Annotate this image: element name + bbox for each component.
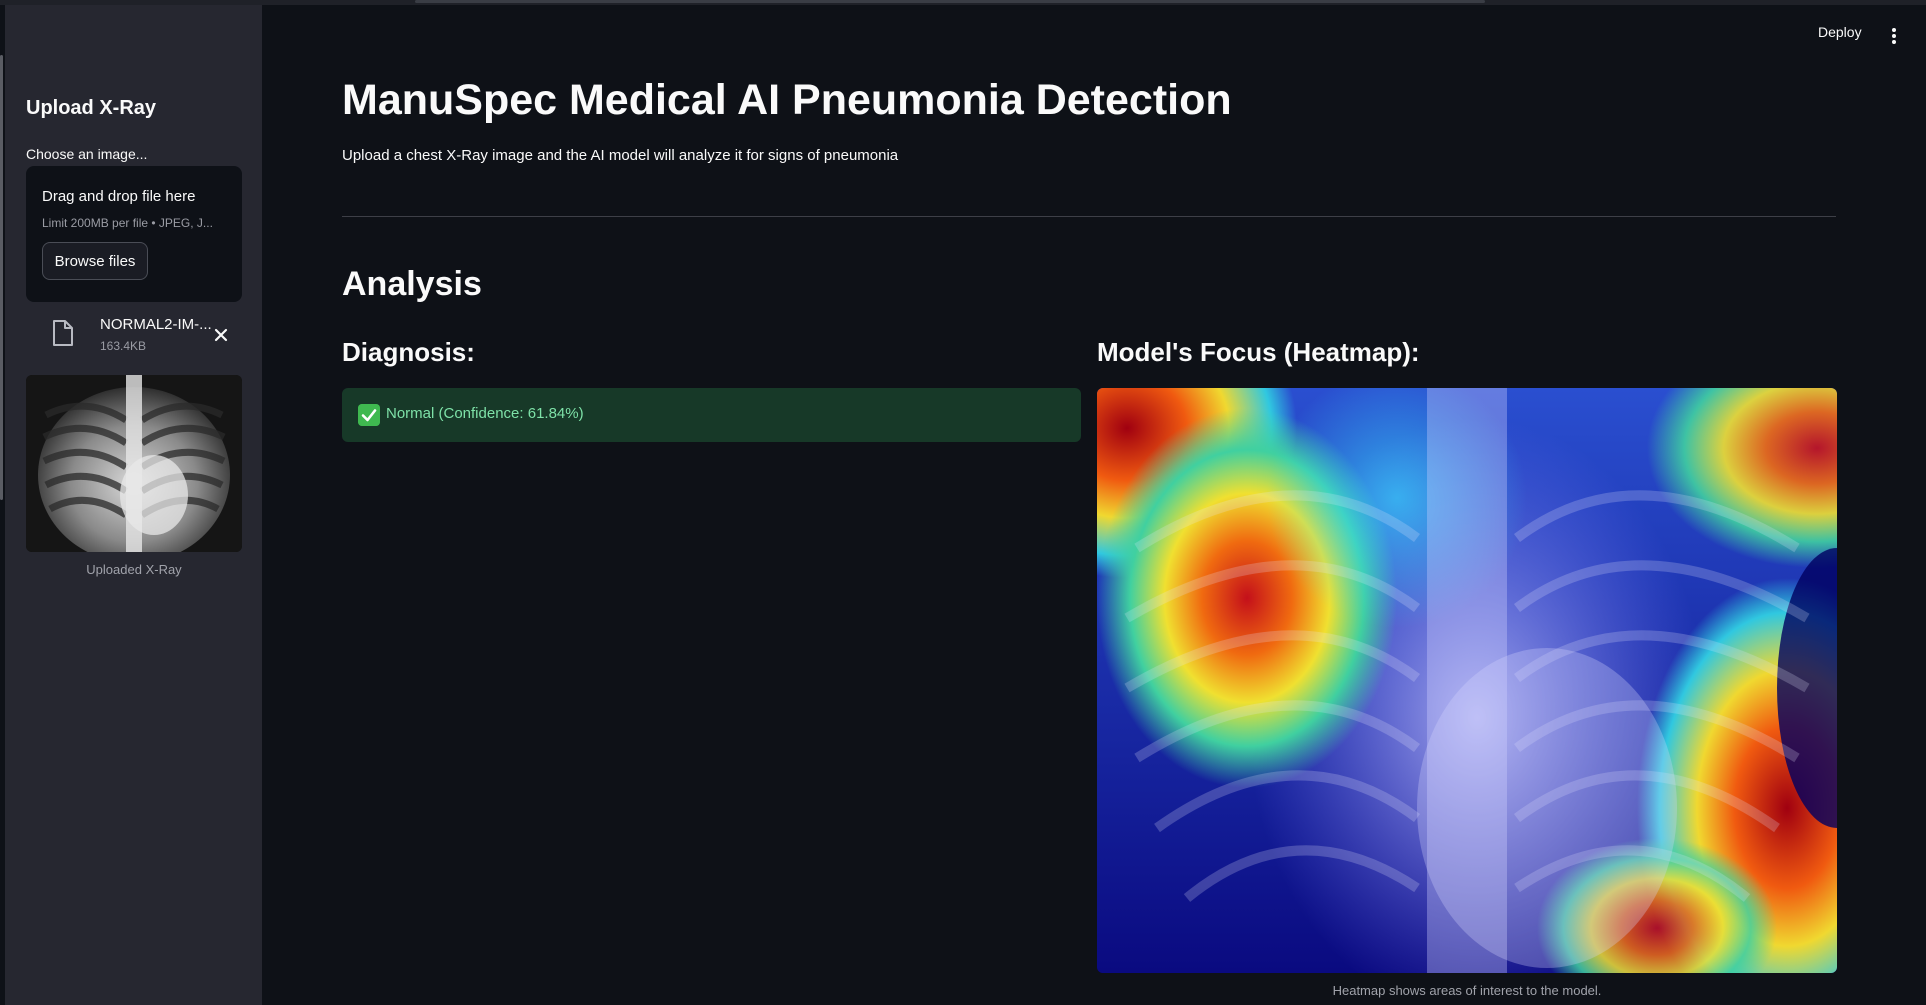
page-subtitle: Upload a chest X-Ray image and the AI mo… [342, 147, 899, 164]
analysis-heading: Analysis [342, 265, 482, 303]
heatmap-heading: Model's Focus (Heatmap): [1097, 337, 1420, 367]
divider [342, 216, 1836, 217]
file-size: 163.4KB [100, 339, 147, 353]
sidebar: Upload X-Ray Choose an image... Drag and… [5, 5, 262, 1005]
file-dropzone[interactable]: Drag and drop file here Limit 200MB per … [26, 166, 242, 302]
page-title: ManuSpec Medical AI Pneumonia Detection [342, 76, 1232, 124]
heatmap-caption: Heatmap shows areas of interest to the m… [1332, 983, 1602, 998]
file-icon [53, 320, 73, 346]
diagnosis-heading: Diagnosis: [342, 337, 475, 367]
uploaded-file-item: NORMAL2-IM-... 163.4KB [26, 310, 242, 360]
window-top-strip [0, 0, 1926, 5]
dropzone-limit: Limit 200MB per file • JPEG, J... [42, 216, 213, 230]
app-root: Upload X-Ray Choose an image... Drag and… [0, 0, 1926, 1005]
sidebar-scrollbar[interactable] [0, 55, 3, 500]
uploaded-xray-image [26, 375, 242, 552]
uploader-label: Choose an image... [26, 146, 148, 162]
file-name: NORMAL2-IM-... [100, 316, 212, 333]
horizontal-scrollbar[interactable] [415, 0, 1485, 3]
kebab-menu-icon[interactable] [1888, 26, 1900, 46]
diagnosis-result-text: Normal (Confidence: 61.84%) [386, 405, 584, 422]
uploaded-xray-caption: Uploaded X-Ray [86, 562, 182, 577]
sidebar-title: Upload X-Ray [26, 97, 157, 119]
check-icon [358, 404, 380, 426]
heatmap-image [1097, 388, 1837, 973]
dropzone-title: Drag and drop file here [42, 188, 196, 205]
browse-files-button[interactable]: Browse files [42, 242, 148, 280]
diagnosis-result-alert: Normal (Confidence: 61.84%) [342, 388, 1081, 442]
close-icon[interactable] [209, 323, 233, 347]
deploy-button[interactable]: Deploy [1818, 24, 1862, 40]
